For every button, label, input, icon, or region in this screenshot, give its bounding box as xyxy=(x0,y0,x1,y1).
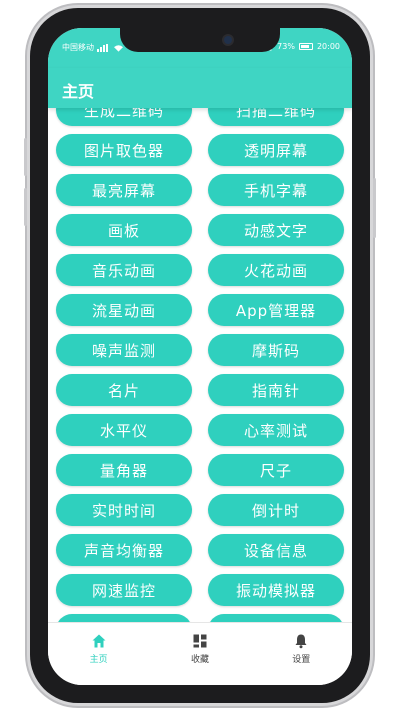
nav-settings[interactable]: 设置 xyxy=(261,633,341,685)
tool-button[interactable]: 水平仪 xyxy=(56,414,192,446)
tool-button[interactable]: 扫描二维码 xyxy=(208,108,344,126)
tool-button[interactable]: 尺子 xyxy=(208,454,344,486)
tool-button[interactable]: App管理器 xyxy=(208,294,344,326)
power-button xyxy=(373,178,376,238)
bottom-navigation: 主页 收藏 设置 xyxy=(48,622,352,685)
tool-button[interactable]: 振动模拟器 xyxy=(208,574,344,606)
tool-button[interactable]: 噪声监测 xyxy=(56,334,192,366)
tool-button[interactable]: 动感文字 xyxy=(208,214,344,246)
tool-button[interactable]: 名片 xyxy=(56,374,192,406)
app-bar: 主页 xyxy=(48,68,352,108)
nav-home-label: 主页 xyxy=(89,655,108,665)
nav-favorites-label: 收藏 xyxy=(190,655,209,665)
volume-button xyxy=(24,138,27,176)
tool-button[interactable]: 心率测试 xyxy=(208,414,344,446)
tool-button[interactable]: 声音均衡器 xyxy=(56,534,192,566)
tool-button[interactable]: 量角器 xyxy=(56,454,192,486)
battery-percent: 73% xyxy=(277,42,295,51)
battery-icon xyxy=(298,43,313,50)
tool-button[interactable]: 音乐动画 xyxy=(56,254,192,286)
tool-button[interactable]: 画板 xyxy=(56,214,192,246)
bell-icon xyxy=(295,634,307,649)
front-camera xyxy=(224,36,232,44)
tool-button[interactable]: 实时时间 xyxy=(56,494,192,526)
tool-button[interactable]: 指南针 xyxy=(208,374,344,406)
tool-button[interactable]: 生成二维码 xyxy=(56,108,192,126)
tool-button[interactable]: 抹画模板 xyxy=(56,614,192,622)
tool-button[interactable]: 最亮屏幕 xyxy=(56,174,192,206)
tool-button[interactable]: 设备信息 xyxy=(208,534,344,566)
signal-icon xyxy=(97,43,108,52)
volume-button xyxy=(24,188,27,226)
tool-button[interactable]: 图片取色器 xyxy=(56,134,192,166)
tool-button[interactable]: 流星动画 xyxy=(56,294,192,326)
home-icon xyxy=(92,634,106,648)
tool-button[interactable]: 透明屏幕 xyxy=(208,134,344,166)
tool-list[interactable]: 生成二维码 扫描二维码 图片取色器 透明屏幕 最亮屏幕 手机字幕 画板 动感文字… xyxy=(48,108,352,622)
notch xyxy=(120,28,280,52)
page-title: 主页 xyxy=(62,82,95,101)
nav-settings-label: 设置 xyxy=(292,655,311,665)
tool-button[interactable]: 摩斯码 xyxy=(208,334,344,366)
tool-button[interactable]: 电池检测 xyxy=(208,614,344,622)
nav-home[interactable]: 主页 xyxy=(59,633,139,685)
tool-button[interactable]: 火花动画 xyxy=(208,254,344,286)
tool-button[interactable]: 网速监控 xyxy=(56,574,192,606)
nav-favorites[interactable]: 收藏 xyxy=(160,633,240,685)
wifi-icon xyxy=(114,44,123,52)
tool-button[interactable]: 手机字幕 xyxy=(208,174,344,206)
dashboard-icon xyxy=(193,634,207,648)
clock: 20:00 xyxy=(316,42,340,51)
tool-button[interactable]: 倒计时 xyxy=(208,494,344,526)
carrier-label: 中国移动 xyxy=(62,43,94,52)
phone-screen: 中国移动 73% 20:00 主页 生成二维码 扫描二维码 图片取色器 透明屏幕… xyxy=(48,28,352,685)
